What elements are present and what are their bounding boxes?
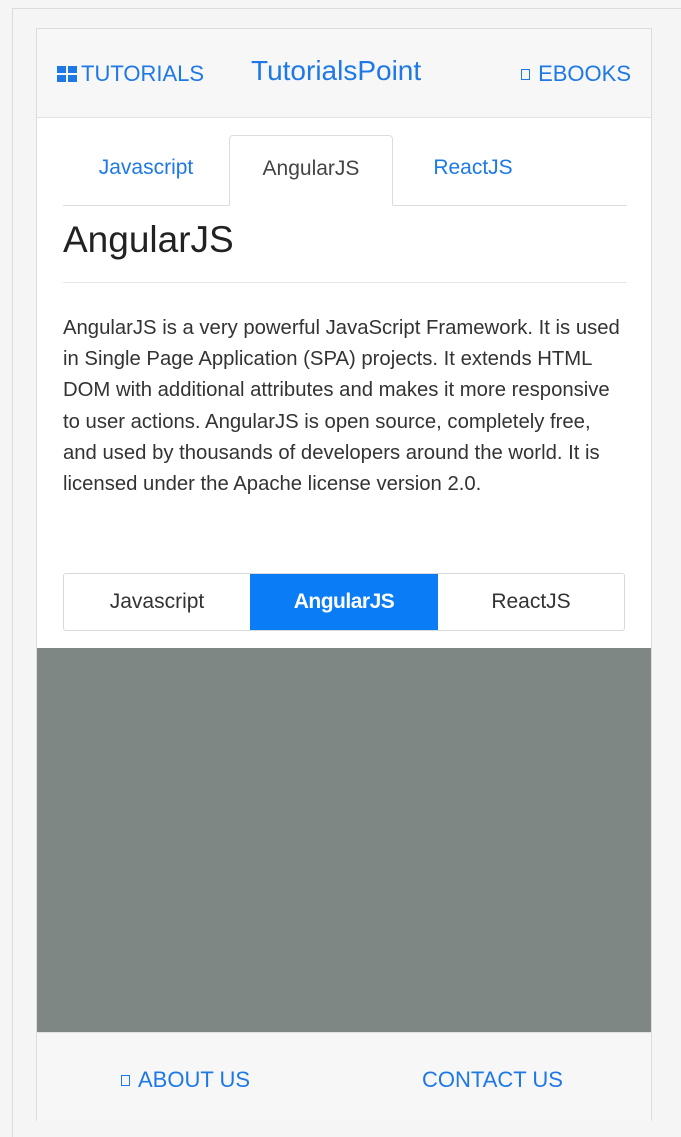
bottom-footer: ABOUT US CONTACT US <box>37 1032 651 1121</box>
content-description: AngularJS is a very powerful JavaScript … <box>63 317 620 496</box>
empty-content-area <box>37 648 651 1032</box>
ebooks-label: EBOOKS <box>538 61 631 86</box>
ebooks-nav-button[interactable]: EBOOKS <box>521 61 631 87</box>
info-icon <box>121 1074 130 1086</box>
content-title: AngularJS <box>63 219 234 260</box>
segmented-control: Javascript AngularJS ReactJS <box>63 573 625 631</box>
about-us-button[interactable]: ABOUT US <box>121 1067 250 1093</box>
tutorials-label: TUTORIALS <box>81 61 205 86</box>
site-title-link[interactable]: TutorialsPoint <box>251 55 421 87</box>
content-tabs: Javascript AngularJS ReactJS <box>63 135 627 206</box>
segment-angularjs[interactable]: AngularJS <box>250 574 438 630</box>
segment-javascript[interactable]: Javascript <box>64 574 250 630</box>
about-us-label: ABOUT US <box>138 1067 251 1092</box>
tab-reactjs[interactable]: ReactJS <box>393 135 553 205</box>
contact-us-button[interactable]: CONTACT US <box>422 1067 563 1093</box>
content-divider <box>63 282 627 283</box>
book-icon <box>521 68 531 80</box>
top-header: TUTORIALS TutorialsPoint EBOOKS <box>37 29 651 118</box>
grid-icon <box>57 66 77 82</box>
tutorials-nav-button[interactable]: TUTORIALS <box>57 61 204 87</box>
segment-reactjs[interactable]: ReactJS <box>438 574 624 630</box>
app-container: TUTORIALS TutorialsPoint EBOOKS Javascri… <box>36 28 652 1121</box>
tab-javascript[interactable]: Javascript <box>63 135 229 205</box>
tab-angularjs[interactable]: AngularJS <box>229 135 393 206</box>
